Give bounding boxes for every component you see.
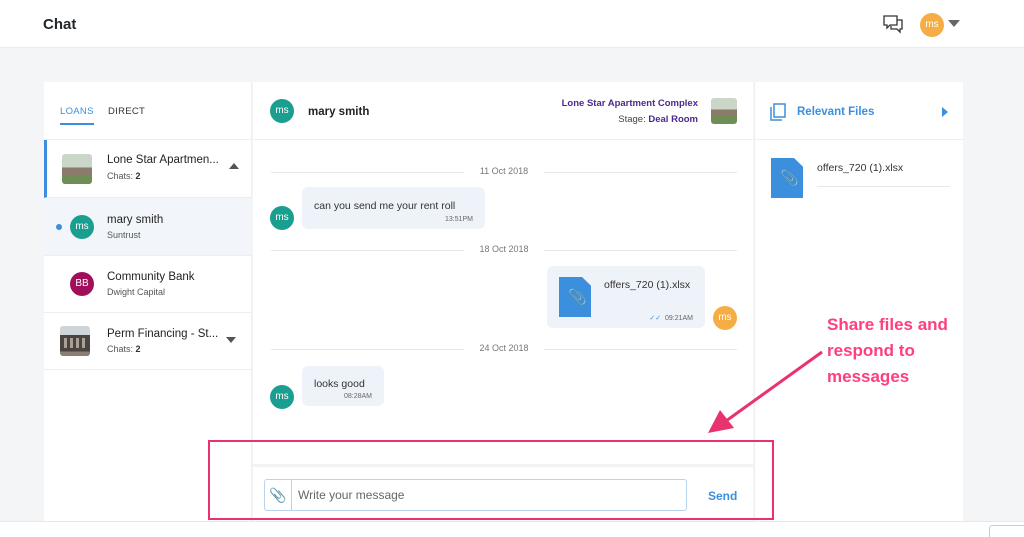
- chevron-right-icon[interactable]: [942, 107, 948, 117]
- file-icon: 📎: [771, 158, 803, 198]
- paperclip-icon: 📎: [568, 289, 587, 306]
- avatar: ms: [70, 215, 94, 239]
- message-bubble: can you send me your rent roll 13:51PM: [302, 187, 485, 229]
- tab-direct[interactable]: DIRECT: [108, 106, 145, 117]
- message-time: 08:28AM: [343, 393, 372, 400]
- annotation-text: Share files and respond to messages: [827, 315, 948, 386]
- property-thumbnail: [60, 326, 90, 356]
- files-copy-icon: [770, 103, 786, 121]
- unread-dot: [56, 224, 62, 230]
- conversation-name: mary smith: [107, 214, 164, 226]
- chat-header: ms mary smith Lone Star Apartment Comple…: [253, 82, 753, 140]
- message-bubble: looks good 08:28AM: [302, 366, 384, 406]
- message-text: can you send me your rent roll: [314, 200, 456, 212]
- conversation-group-perm-financing[interactable]: Perm Financing - St... Chats: 2: [44, 312, 252, 370]
- conversation-tabs: LOANS DIRECT: [44, 82, 252, 140]
- page-title: Chat: [43, 16, 77, 33]
- relevant-files-panel: Relevant Files 📎 offers_720 (1).xlsx: [754, 82, 964, 522]
- message-file-bubble[interactable]: 📎 offers_720 (1).xlsx ✓✓ 09:21AM: [547, 266, 705, 328]
- chevron-up-icon[interactable]: [229, 163, 239, 169]
- avatar: BB: [70, 272, 94, 296]
- date-label: 11 Oct 2018: [464, 166, 544, 176]
- property-thumbnail: [62, 154, 92, 184]
- conversation-group-lone-star[interactable]: Lone Star Apartmen... Chats: 2: [44, 140, 252, 198]
- conversation-name: Lone Star Apartmen...: [107, 154, 219, 166]
- user-avatar[interactable]: ms: [920, 13, 944, 37]
- file-name: offers_720 (1).xlsx: [817, 162, 904, 174]
- annotation-highlight-box: [208, 440, 774, 520]
- chevron-down-icon[interactable]: [226, 337, 236, 343]
- avatar: ms: [713, 306, 737, 330]
- message-time: ✓✓ 09:21AM: [649, 315, 693, 322]
- conversation-name: Perm Financing - St...: [107, 328, 219, 340]
- conversation-name: Community Bank: [107, 271, 195, 283]
- date-label: 24 Oct 2018: [464, 343, 544, 353]
- conversation-item-community-bank[interactable]: BB Community Bank Dwight Capital: [44, 255, 252, 313]
- conversation-chat-count: Chats: 2: [107, 344, 141, 354]
- chat-bubbles-icon[interactable]: [883, 14, 903, 34]
- date-label: 18 Oct 2018: [464, 244, 544, 254]
- message-text: looks good: [314, 378, 365, 390]
- bottom-partial-button[interactable]: [989, 525, 1024, 537]
- property-thumbnail: [711, 98, 737, 124]
- chat-contact-name: mary smith: [308, 106, 370, 118]
- files-panel-header[interactable]: Relevant Files: [755, 82, 964, 140]
- tab-loans[interactable]: LOANS: [60, 106, 94, 125]
- avatar: ms: [270, 385, 294, 409]
- conversation-company: Dwight Capital: [107, 287, 166, 297]
- conversation-chat-count: Chats: 2: [107, 171, 141, 181]
- message-time: 13:51PM: [444, 216, 473, 223]
- conversation-item-mary-smith[interactable]: ms mary smith Suntrust: [44, 198, 252, 256]
- message-file-name: offers_720 (1).xlsx: [604, 279, 691, 291]
- top-bar: Chat ms: [0, 0, 1024, 48]
- conversation-company: Suntrust: [107, 230, 141, 240]
- file-icon: 📎: [559, 277, 591, 317]
- paperclip-icon: 📎: [780, 170, 799, 187]
- chat-stage: Stage: Deal Room: [618, 114, 698, 125]
- chevron-down-icon[interactable]: [948, 20, 960, 27]
- bottom-strip: [0, 521, 1024, 537]
- files-panel-title: Relevant Files: [797, 106, 875, 118]
- avatar: ms: [270, 99, 294, 123]
- double-check-icon: ✓✓: [649, 315, 662, 322]
- file-divider: [817, 186, 950, 187]
- avatar: ms: [270, 206, 294, 230]
- chat-project-name[interactable]: Lone Star Apartment Complex: [562, 98, 698, 109]
